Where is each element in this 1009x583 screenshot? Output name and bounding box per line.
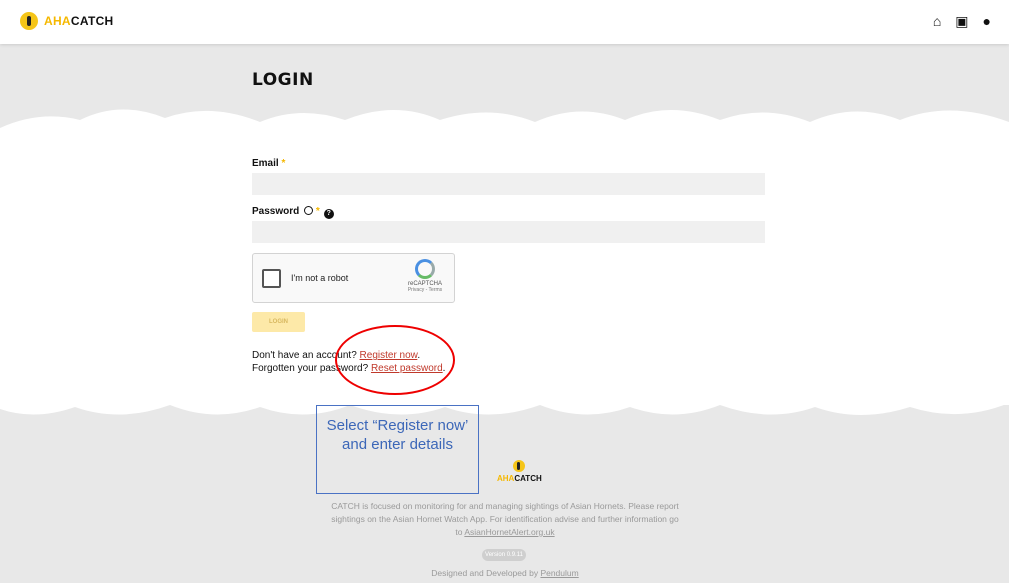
map-icon[interactable]: ▣ [955,14,968,28]
logo-aha-text: AHA [44,14,71,28]
user-icon[interactable]: ● [983,14,991,28]
nav-icons: ⌂ ▣ ● [933,14,991,28]
recaptcha-logo: reCAPTCHA Privacy - Terms [406,259,444,293]
annotation-callout: Select “Register now’ and enter details [316,405,479,494]
page-title: LOGIN [252,70,314,90]
login-button[interactable]: LOGIN [252,312,305,332]
email-label: Email * [252,158,286,169]
recaptcha-widget: I'm not a robot reCAPTCHA Privacy - Term… [252,253,455,303]
help-icon[interactable]: ? [323,209,334,219]
annotation-highlight-ellipse [335,325,455,395]
recaptcha-links[interactable]: Privacy - Terms [406,287,444,293]
top-cloud-divider [0,100,1009,140]
email-field[interactable] [252,173,765,195]
footer-hornet-icon [513,460,526,472]
hornet-logo-icon [20,12,38,30]
pendulum-link[interactable]: Pendulum [540,568,578,578]
version-badge: Version 0.9.11 [482,549,526,561]
home-icon[interactable]: ⌂ [933,14,941,28]
asian-hornet-alert-link[interactable]: AsianHornetAlert.org.uk [464,527,554,537]
logo-catch-text: CATCH [70,14,114,28]
footer-logo: AHACATCH [497,460,542,483]
recaptcha-label: I'm not a robot [291,273,349,283]
designed-by: Designed and Developed by Pendulum [431,568,579,578]
eye-icon[interactable] [304,206,314,215]
bottom-cloud-divider [0,385,1009,425]
recaptcha-checkbox[interactable] [262,269,281,288]
top-navbar: AHA CATCH ⌂ ▣ ● [0,0,1009,44]
footer-description: CATCH is focused on monitoring for and m… [331,501,679,537]
password-field[interactable] [252,221,765,243]
app-logo[interactable]: AHA CATCH [20,12,114,30]
footer-brand: AHACATCH [497,474,542,483]
password-label: Password *? [252,206,334,219]
recaptcha-icon [415,259,435,279]
